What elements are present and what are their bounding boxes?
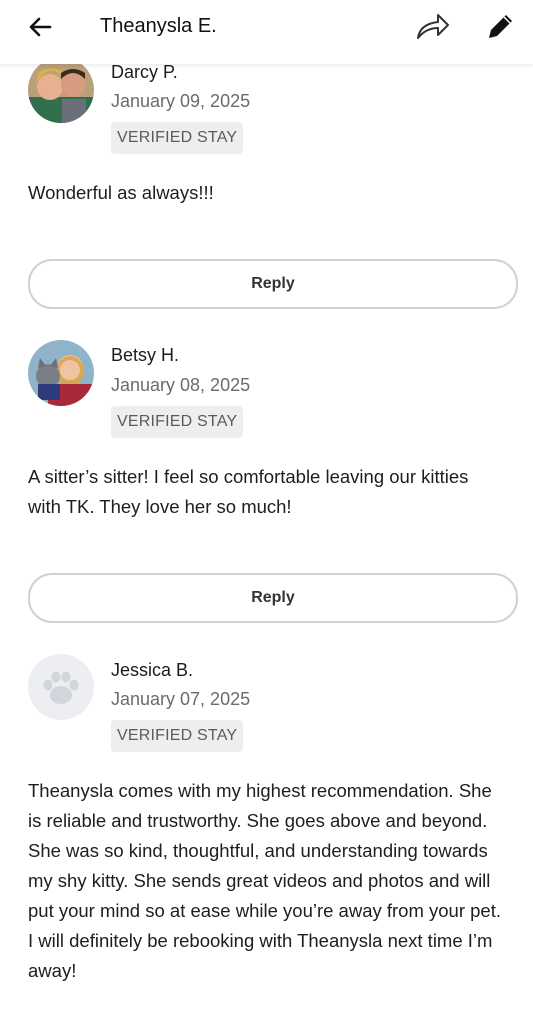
edit-pencil-icon[interactable] [484, 10, 516, 44]
review-text: Theanysla comes with my highest recommen… [28, 780, 502, 981]
share-icon[interactable] [414, 10, 452, 44]
verified-stay-badge: VERIFIED STAY [111, 720, 244, 752]
paw-icon [43, 671, 79, 704]
review-card: Jessica B. January 07, 2025 VERIFIED STA… [0, 0, 533, 1024]
avatar[interactable] [28, 654, 94, 720]
review-date: January 07, 2025 [111, 689, 251, 709]
reviewer-name: Jessica B. [111, 660, 194, 680]
back-arrow-icon[interactable] [24, 12, 56, 44]
page-title: Theanysla E. [100, 15, 217, 37]
top-app-bar: Theanysla E. [0, 0, 533, 64]
